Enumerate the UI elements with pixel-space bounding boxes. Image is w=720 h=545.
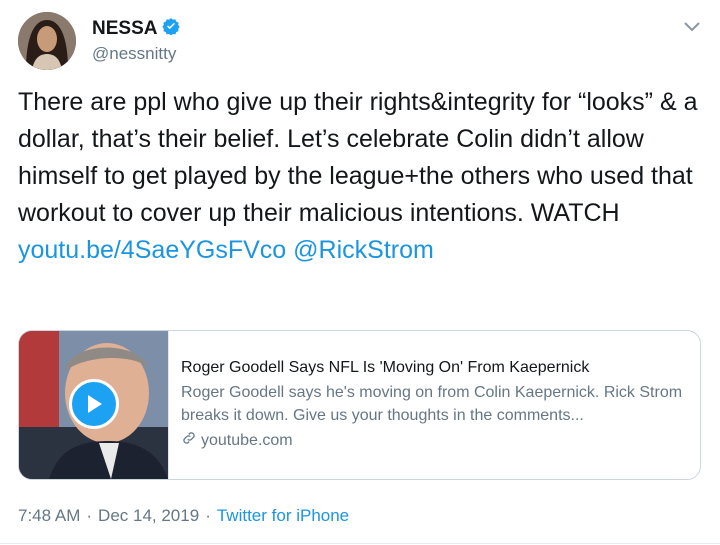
- tweet-meta: 7:48 AM · Dec 14, 2019 · Twitter for iPh…: [18, 506, 349, 526]
- author-handle[interactable]: @nessnitty: [92, 44, 176, 64]
- divider: [0, 543, 720, 544]
- verified-badge-icon: [162, 17, 181, 41]
- meta-separator-2: ·: [205, 506, 211, 525]
- card-description: Roger Goodell says he's moving on from C…: [181, 384, 683, 424]
- meta-separator: ·: [86, 506, 93, 525]
- author-name-row[interactable]: NESSA: [92, 17, 181, 41]
- card-domain-row: youtube.com: [181, 430, 691, 451]
- play-icon[interactable]: [69, 379, 119, 429]
- tweet-time[interactable]: 7:48 AM: [18, 506, 80, 526]
- link-icon: [181, 430, 197, 451]
- card-domain: youtube.com: [201, 431, 293, 449]
- link-card[interactable]: Roger Goodell Says NFL Is 'Moving On' Fr…: [18, 330, 701, 480]
- author-name[interactable]: NESSA: [92, 18, 157, 40]
- tweet-text: There are ppl who give up their rights&i…: [18, 84, 708, 269]
- card-body: Roger Goodell Says NFL Is 'Moving On' Fr…: [181, 357, 691, 451]
- tweet: NESSA @nessnitty There are ppl who give …: [0, 0, 720, 545]
- chevron-down-icon[interactable]: [682, 20, 702, 34]
- tweet-body: There are ppl who give up their rights&i…: [18, 88, 698, 227]
- avatar[interactable]: [18, 12, 76, 70]
- tweet-mention[interactable]: @RickStrom: [293, 236, 434, 264]
- tweet-source[interactable]: Twitter for iPhone: [217, 506, 349, 526]
- card-thumbnail[interactable]: [19, 331, 169, 479]
- tweet-date[interactable]: Dec 14, 2019: [98, 506, 199, 526]
- tweet-link[interactable]: youtu.be/4SaeYGsFVco: [18, 236, 286, 264]
- card-title: Roger Goodell Says NFL Is 'Moving On' Fr…: [181, 359, 590, 376]
